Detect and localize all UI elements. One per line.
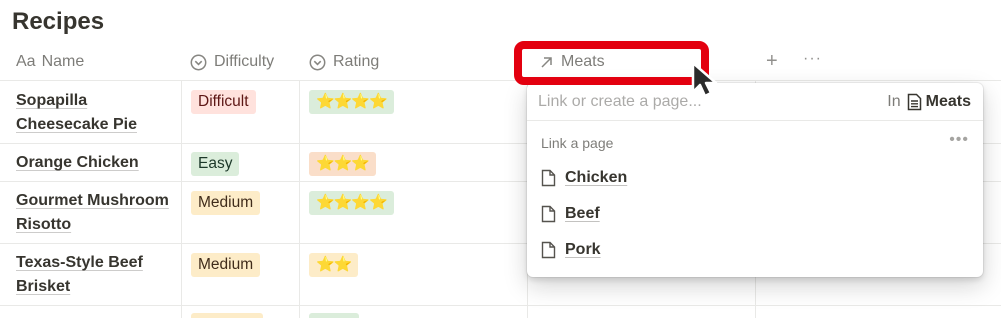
rating-tag[interactable]: ⭐⭐⭐⭐ (309, 90, 394, 114)
in-target-label: Meats (925, 93, 971, 110)
select-chevron-icon (309, 54, 326, 71)
text-type-icon: Aa (16, 53, 36, 70)
table-row-name[interactable]: Orange Chicken (16, 151, 176, 175)
column-header-difficulty[interactable]: Difficulty (190, 44, 274, 80)
column-header-difficulty-label: Difficulty (214, 53, 275, 70)
table-row-name[interactable]: Gourmet Mushroom Risotto (16, 189, 176, 237)
table-row-name[interactable]: Sopapilla Cheesecake Pie (16, 89, 176, 137)
name-line: Texas-Style Beef (16, 254, 143, 271)
link-page-item-pork[interactable]: Pork (541, 238, 601, 262)
link-page-label: Beef (565, 205, 600, 222)
name-line: Orange Chicken (16, 154, 139, 171)
page-icon (541, 205, 556, 223)
rating-tag-partial (309, 313, 359, 318)
link-page-item-beef[interactable]: Beef (541, 202, 600, 226)
relation-target: In Meats (887, 93, 971, 111)
more-options-button[interactable]: ··· (803, 50, 822, 68)
name-line: Gourmet Mushroom (16, 192, 169, 209)
database-icon (907, 93, 922, 111)
popup-divider (527, 120, 983, 121)
section-label: Link a page (541, 135, 614, 151)
section-more-button[interactable]: ••• (949, 131, 969, 149)
name-line: Brisket (16, 278, 71, 295)
name-line: Sopapilla (16, 92, 88, 109)
column-divider (299, 80, 300, 318)
name-line: Risotto (16, 216, 72, 233)
highlight-box (514, 41, 709, 85)
row-divider (0, 305, 1001, 306)
column-header-name-label: Name (41, 53, 85, 70)
relation-popup: Link or create a page... In Meats Link a… (527, 83, 983, 277)
header-divider (0, 80, 1001, 81)
link-page-label: Pork (565, 241, 601, 258)
link-page-item-chicken[interactable]: Chicken (541, 166, 627, 190)
difficulty-tag[interactable]: Easy (191, 152, 240, 176)
difficulty-tag[interactable]: Medium (191, 191, 261, 215)
column-header-name[interactable]: Aa Name (16, 44, 84, 80)
page-icon (541, 241, 556, 259)
difficulty-tag-partial (191, 313, 263, 318)
column-header-rating[interactable]: Rating (309, 44, 379, 80)
rating-tag[interactable]: ⭐⭐⭐ (309, 152, 377, 176)
in-label: In (887, 93, 901, 110)
page-title: Recipes (12, 8, 105, 35)
column-divider (181, 80, 182, 318)
select-chevron-icon (190, 54, 207, 71)
rating-tag[interactable]: ⭐⭐ (309, 253, 359, 277)
difficulty-tag[interactable]: Medium (191, 253, 261, 277)
difficulty-tag[interactable]: Difficult (191, 90, 256, 114)
add-column-button[interactable]: + (766, 50, 778, 73)
table-row-name[interactable]: Texas-Style Beef Brisket (16, 251, 176, 299)
link-page-label: Chicken (565, 169, 628, 186)
name-line: Cheesecake Pie (16, 116, 137, 133)
rating-tag[interactable]: ⭐⭐⭐⭐ (309, 191, 394, 215)
page-icon (541, 169, 556, 187)
column-header-rating-label: Rating (333, 53, 380, 70)
mouse-pointer-icon (690, 60, 724, 105)
link-search-input[interactable]: Link or create a page... (538, 93, 702, 111)
